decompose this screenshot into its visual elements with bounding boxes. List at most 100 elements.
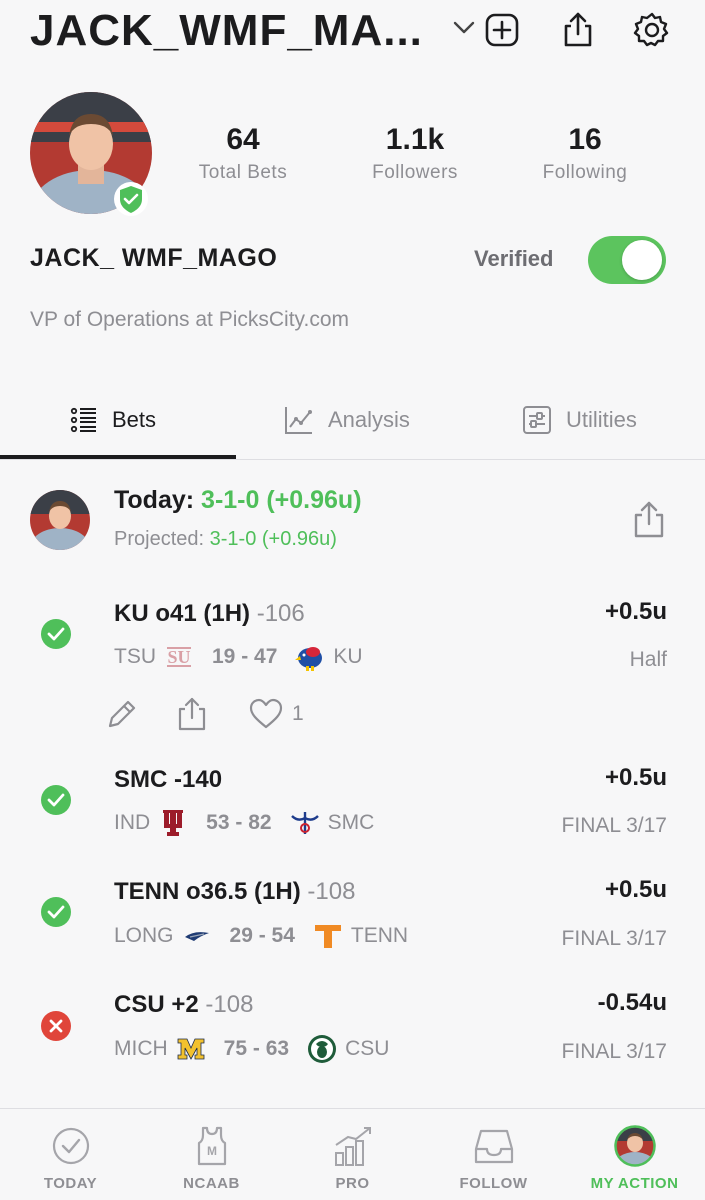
active-tab-indicator — [0, 455, 236, 459]
bet-title: CSU +2 -108 — [114, 991, 253, 1019]
tab-label: Analysis — [328, 407, 410, 432]
nav-today[interactable]: TODAY — [0, 1109, 141, 1200]
bet-title: KU o41 (1H) -106 — [114, 600, 305, 628]
tennessee-logo-icon — [314, 925, 341, 948]
bet-pick: CSU +2 — [114, 991, 199, 1018]
bet-pick: TENN o36.5 (1H) — [114, 878, 301, 905]
summary-avatar — [30, 490, 90, 550]
bet-units: +0.5u — [604, 764, 667, 791]
nav-pro[interactable]: PRO — [282, 1109, 423, 1200]
tab-label: Bets — [112, 407, 157, 432]
home-team: KU — [333, 645, 363, 668]
jayhawk-logo-icon — [295, 647, 323, 671]
chevron-down-icon[interactable] — [452, 18, 476, 38]
stat-followers[interactable]: 1.1k Followers — [335, 122, 495, 184]
home-team: TENN — [350, 924, 409, 947]
projected-record: Projected: 3-1-0 (+0.96u) — [114, 528, 337, 551]
win-check-icon — [41, 785, 71, 815]
like-count: 1 — [292, 702, 304, 725]
home-team: CSU — [345, 1037, 390, 1060]
share-icon[interactable] — [630, 500, 668, 540]
inbox-icon — [474, 1129, 513, 1164]
bet-units: -0.54u — [597, 989, 667, 1016]
nav-label: NCAAB — [183, 1175, 240, 1192]
bet-title: TENN o36.5 (1H) -108 — [114, 878, 355, 906]
bet-units: +0.5u — [604, 598, 667, 625]
bet-matchup: TSU SU 19 - 47 KU — [114, 642, 363, 672]
loss-x-icon — [41, 1011, 71, 1041]
bar-chart-icon — [334, 1127, 371, 1166]
account-switcher-title[interactable]: JACK_WMF_MA... — [30, 6, 423, 56]
bet-pick: KU o41 (1H) — [114, 600, 251, 627]
profile-bio: VP of Operations at PicksCity.com — [30, 308, 350, 331]
game-score: 53 - 82 — [206, 811, 272, 834]
jersey-icon: M — [197, 1126, 226, 1166]
share-icon[interactable] — [558, 10, 598, 50]
bottom-tab-bar: TODAY M NCAAB PRO FOLLOW MY ACTION — [0, 1108, 705, 1200]
stat-label: Total Bets — [198, 162, 288, 183]
stat-value: 64 — [226, 123, 260, 156]
game-score: 75 - 63 — [223, 1037, 290, 1060]
list-icon — [70, 407, 96, 433]
avatar-icon — [613, 1125, 656, 1167]
verified-label: Verified — [474, 246, 554, 271]
profile-tabs: Bets Analysis Utilities — [0, 380, 705, 460]
edit-pencil-icon[interactable] — [104, 696, 140, 732]
toggle-knob — [622, 240, 662, 280]
nav-my-action[interactable]: MY ACTION — [564, 1109, 705, 1200]
win-check-icon — [41, 897, 71, 927]
share-icon[interactable] — [174, 696, 210, 732]
game-status: FINAL 3/17 — [561, 927, 667, 950]
stat-value: 16 — [568, 123, 602, 156]
line-chart-icon — [285, 407, 312, 434]
stat-label: Following — [542, 162, 628, 183]
verified-toggle[interactable] — [588, 236, 666, 284]
stat-total-bets[interactable]: 64 Total Bets — [163, 122, 323, 184]
bet-units: +0.5u — [604, 876, 667, 903]
away-team: MICH — [114, 1037, 168, 1060]
saint-marys-logo-icon — [290, 812, 319, 834]
today-label: Today: — [114, 486, 195, 514]
check-circle-icon — [52, 1127, 89, 1165]
add-square-icon[interactable] — [482, 10, 522, 50]
projected-label: Projected: — [114, 528, 205, 550]
tab-analysis[interactable]: Analysis — [284, 380, 410, 460]
home-team: SMC — [327, 811, 375, 834]
bet-odds: -106 — [256, 600, 305, 627]
display-name: JACK_ WMF_MAGO — [30, 244, 278, 272]
bet-matchup: MICH 75 - 63 CSU — [114, 1034, 389, 1064]
tab-bets[interactable]: Bets — [70, 380, 156, 460]
stat-following[interactable]: 16 Following — [505, 122, 665, 184]
away-team: IND — [114, 811, 151, 834]
bet-odds: -108 — [205, 991, 254, 1018]
nav-label: FOLLOW — [459, 1175, 528, 1192]
nav-follow[interactable]: FOLLOW — [423, 1109, 564, 1200]
today-value: 3-1-0 (+0.96u) — [201, 486, 362, 514]
tab-utilities[interactable]: Utilities — [522, 380, 637, 460]
sliders-icon — [523, 406, 551, 434]
nav-label: MY ACTION — [590, 1175, 679, 1192]
top-bar: JACK_WMF_MA... — [0, 0, 705, 60]
tsu-logo-icon: SU — [167, 647, 191, 667]
longwood-logo-icon — [184, 932, 209, 941]
svg-text:M: M — [207, 1144, 217, 1158]
colorado-state-logo-icon — [308, 1035, 337, 1063]
tab-label: Utilities — [566, 407, 637, 432]
game-status: Half — [629, 648, 667, 671]
game-status: FINAL 3/17 — [561, 1040, 667, 1063]
away-team: LONG — [114, 924, 174, 947]
heart-icon[interactable] — [248, 696, 284, 732]
nav-label: TODAY — [43, 1175, 98, 1192]
projected-value: 3-1-0 (+0.96u) — [209, 528, 337, 550]
bet-matchup: LONG 29 - 54 TENN — [114, 921, 408, 951]
settings-gear-icon[interactable] — [632, 10, 672, 50]
michigan-logo-icon — [177, 1038, 205, 1060]
bet-pick: SMC — [114, 766, 168, 793]
stat-label: Followers — [372, 162, 458, 183]
win-check-icon — [41, 619, 71, 649]
verified-shield-icon — [114, 182, 148, 216]
nav-ncaab[interactable]: M NCAAB — [141, 1109, 282, 1200]
bet-title: SMC -140 — [114, 766, 222, 794]
game-score: 29 - 54 — [229, 924, 295, 947]
game-score: 19 - 47 — [212, 645, 278, 668]
